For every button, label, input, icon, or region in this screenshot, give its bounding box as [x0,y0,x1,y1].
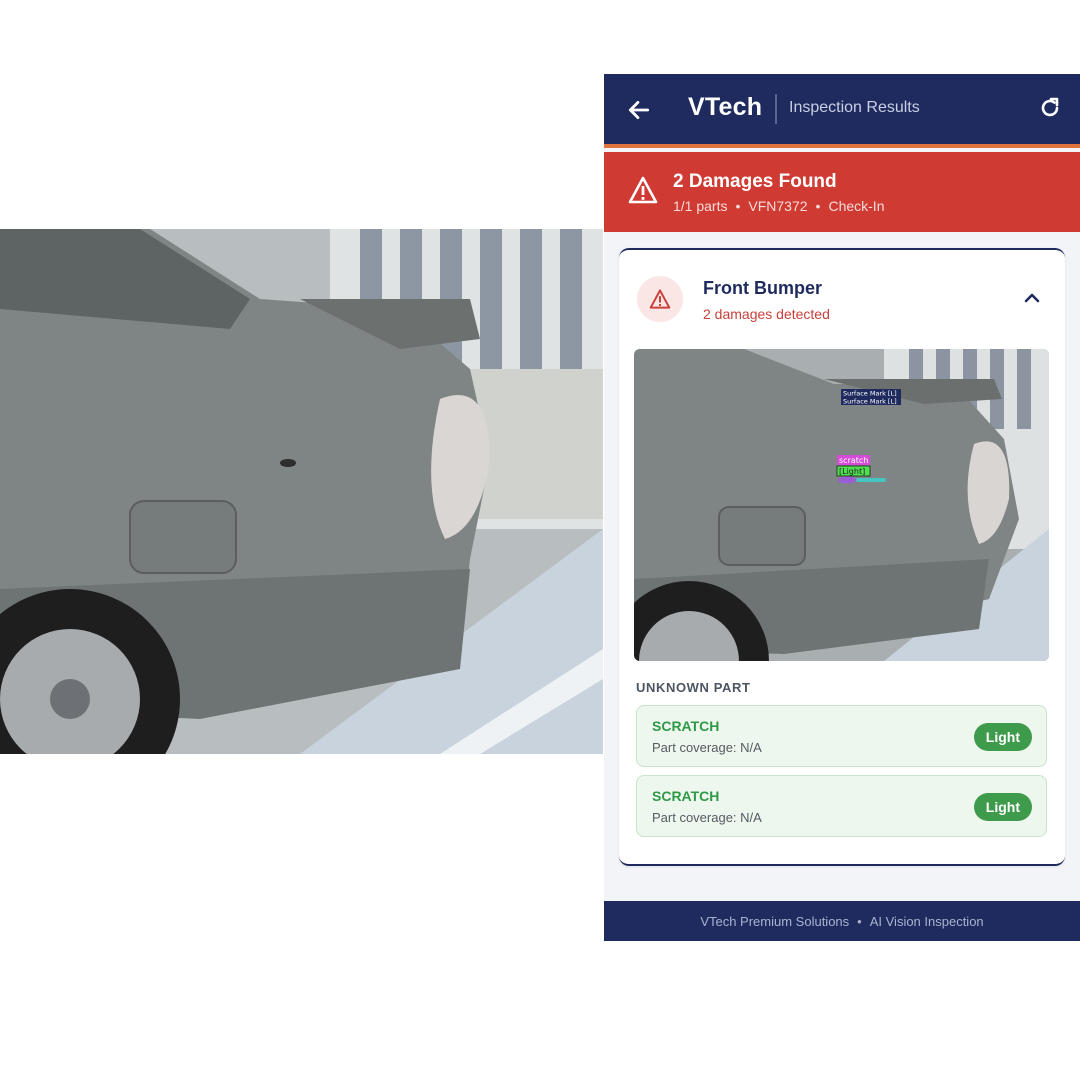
vehicle-photo [0,229,603,754]
detection-label: Surface Mark [L] [843,390,897,398]
part-name: Front Bumper [703,278,822,298]
footer-company: VTech Premium Solutions [700,913,850,929]
damage-coverage: Part coverage: N/A [652,810,762,825]
brand-logo: VTech [688,93,763,121]
damage-coverage: Part coverage: N/A [652,740,762,755]
phone-screen: VTech Inspection Results 2 Damages Found… [604,74,1080,941]
warning-triangle-icon [628,176,658,204]
warning-triangle-icon [649,289,671,309]
damage-alert-banner: 2 Damages Found 1/1 parts • VFN7372 • Ch… [604,152,1080,232]
detection-label: scratch [839,456,868,465]
severity-badge: Light [973,793,1032,821]
plate-number: VFN7372 [748,198,808,214]
damage-item[interactable]: SCRATCH Part coverage: N/A Light [636,705,1047,767]
meta-separator: • [815,198,821,214]
annotated-damage-image[interactable]: Surface Mark [L] Surface Mark [L] scratc… [634,349,1049,661]
severity-badge: Light [973,723,1032,751]
page-title: Inspection Results [789,99,920,116]
part-card: Front Bumper 2 damages detected Surface … [619,248,1065,866]
inspection-mode: Check-In [828,198,885,214]
app-footer: VTech Premium Solutions • AI Vision Insp… [604,901,1080,941]
damage-count-title: 2 Damages Found [673,171,837,192]
footer-separator: • [857,913,862,929]
part-damage-count: 2 damages detected [703,306,830,322]
back-arrow-icon[interactable] [626,97,652,123]
header-divider [775,94,777,124]
damage-item[interactable]: SCRATCH Part coverage: N/A Light [636,775,1047,837]
detection-label: Surface Mark [L] [843,398,897,406]
refresh-icon[interactable] [1038,96,1062,120]
inspection-meta: 1/1 parts • VFN7372 • Check-In [673,198,884,214]
damage-type: SCRATCH [652,788,720,804]
parts-count: 1/1 parts [673,198,728,214]
damage-type: SCRATCH [652,718,720,734]
footer-tagline: AI Vision Inspection [869,913,984,929]
detection-label: [Light] [839,467,865,476]
part-status-badge [637,276,683,322]
part-section-label: UNKNOWN PART [636,680,751,695]
app-header: VTech Inspection Results [604,74,1080,148]
chevron-up-icon[interactable] [1022,288,1042,308]
meta-separator: • [735,198,741,214]
